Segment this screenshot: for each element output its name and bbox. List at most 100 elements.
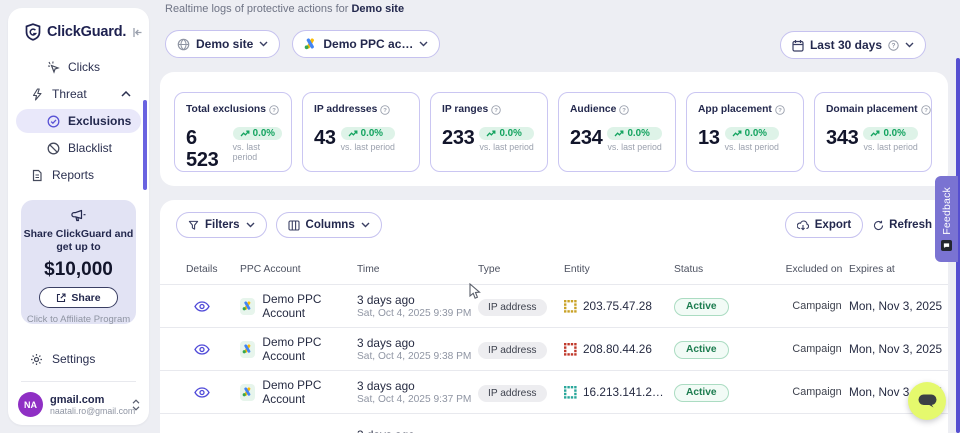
site-selector[interactable]: Demo site bbox=[165, 30, 280, 58]
feedback-tab[interactable]: Feedback bbox=[935, 176, 958, 262]
entity-value: 16.213.141.2… bbox=[583, 385, 664, 399]
expires-at-value: Mon, Nov 3, 2025 bbox=[849, 299, 948, 313]
table-row-partial[interactable]: 3 days ago bbox=[160, 413, 948, 433]
stat-value: 6 523 bbox=[186, 127, 228, 171]
sidebar-item-exclusions[interactable]: Exclusions bbox=[16, 109, 141, 133]
status-badge: Active bbox=[674, 384, 729, 402]
time-absolute: Sat, Oct 4, 2025 9:37 PM bbox=[357, 394, 478, 405]
time-absolute: Sat, Oct 4, 2025 9:39 PM bbox=[357, 308, 478, 319]
clickguard-logo-icon bbox=[24, 23, 42, 41]
chevron-down-icon bbox=[361, 222, 370, 228]
chat-bubble-icon bbox=[918, 394, 937, 408]
calendar-icon bbox=[792, 39, 804, 52]
affiliate-promo-card: Share ClickGuard and get up to $10,000 S… bbox=[21, 200, 136, 324]
svg-text:?: ? bbox=[924, 108, 928, 114]
details-eye-icon[interactable] bbox=[186, 387, 210, 398]
trend-up-icon bbox=[870, 130, 880, 138]
trend-up-icon bbox=[732, 130, 742, 138]
chevron-up-icon[interactable] bbox=[121, 91, 131, 97]
refresh-button[interactable]: Refresh bbox=[873, 219, 932, 231]
sidebar-item-blacklist[interactable]: Blacklist bbox=[16, 136, 141, 160]
user-menu[interactable]: NA gmail.com naatali.ro@gmail.com bbox=[18, 392, 140, 417]
help-circle-icon[interactable]: ? bbox=[921, 105, 931, 115]
table-row[interactable]: Demo PPC Account 3 days agoSat, Oct 4, 2… bbox=[160, 327, 948, 370]
excluded-on-value: Campaign bbox=[785, 300, 849, 312]
ppc-account-selector[interactable]: Demo PPC ac… bbox=[292, 30, 440, 58]
type-badge: IP address bbox=[478, 342, 547, 359]
svg-text:?: ? bbox=[494, 108, 498, 114]
external-link-icon bbox=[56, 293, 66, 303]
app-root: ClickGuard. Clicks Threat bbox=[0, 0, 960, 433]
refresh-icon bbox=[873, 220, 884, 231]
expires-at-value: Mon, Nov 3, 2025 bbox=[849, 342, 948, 356]
stat-compare-label: vs. last period bbox=[341, 142, 395, 152]
type-badge: IP address bbox=[478, 385, 547, 402]
table-row[interactable]: Demo PPC Account 3 days agoSat, Oct 4, 2… bbox=[160, 370, 948, 413]
stat-card-total-exclusions: Total exclusions ? 6 523 0.0% vs. last p… bbox=[174, 92, 292, 172]
sidebar-item-threat[interactable]: Threat bbox=[16, 82, 141, 106]
svg-text:?: ? bbox=[892, 42, 896, 49]
stat-card-app-placement: App placement ? 13 0.0% vs. last period bbox=[686, 92, 804, 172]
trend-badge: 0.0% bbox=[863, 127, 917, 140]
entity-favicon-icon bbox=[564, 343, 577, 356]
stat-compare-label: vs. last period bbox=[233, 142, 282, 162]
filter-funnel-icon bbox=[188, 220, 199, 231]
details-eye-icon[interactable] bbox=[186, 344, 210, 355]
chat-widget-button[interactable] bbox=[908, 382, 946, 420]
share-button[interactable]: Share bbox=[39, 287, 117, 308]
columns-button[interactable]: Columns bbox=[276, 212, 382, 238]
promo-caption: Click to Affiliate Program bbox=[21, 314, 136, 325]
exclusions-table-card: Filters Columns Export bbox=[160, 200, 948, 433]
entity-value: 208.80.44.26 bbox=[583, 342, 652, 356]
table-row[interactable]: Demo PPC Account 3 days agoSat, Oct 4, 2… bbox=[160, 284, 948, 327]
chevron-down-icon bbox=[246, 222, 255, 228]
sidebar-item-label: Threat bbox=[52, 87, 87, 101]
scope-selectors: Demo site Demo PPC ac… bbox=[165, 30, 440, 58]
google-ads-icon bbox=[304, 38, 317, 50]
filters-button[interactable]: Filters bbox=[176, 212, 267, 238]
trend-up-icon bbox=[348, 130, 358, 138]
trend-badge: 0.0% bbox=[725, 127, 779, 140]
help-circle-icon[interactable]: ? bbox=[491, 105, 501, 115]
excluded-on-value: Campaign bbox=[785, 343, 849, 355]
sidebar-collapse-icon[interactable] bbox=[131, 26, 144, 39]
excluded-on-value: Campaign bbox=[785, 386, 849, 398]
svg-text:?: ? bbox=[384, 108, 388, 114]
status-badge: Active bbox=[674, 298, 729, 316]
export-button[interactable]: Export bbox=[785, 212, 863, 238]
promo-text-line1: Share ClickGuard and bbox=[21, 228, 136, 241]
help-circle-icon[interactable]: ? bbox=[775, 105, 785, 115]
ppc-account-name: Demo PPC Account bbox=[262, 335, 357, 363]
col-header-time: Time bbox=[357, 264, 478, 275]
stat-value: 234 bbox=[570, 127, 602, 149]
google-ads-icon bbox=[240, 341, 255, 358]
brand-name: ClickGuard. bbox=[47, 24, 126, 40]
chevron-down-icon bbox=[419, 41, 428, 47]
logo-row: ClickGuard. bbox=[8, 8, 149, 51]
sidebar-item-reports[interactable]: Reports bbox=[16, 163, 141, 187]
sidebar-scrollbar[interactable] bbox=[143, 100, 147, 190]
columns-icon bbox=[288, 220, 300, 231]
help-circle-icon[interactable]: ? bbox=[269, 105, 279, 115]
trend-badge: 0.0% bbox=[607, 127, 661, 140]
col-header-status: Status bbox=[674, 264, 785, 275]
promo-text-line2: get up to bbox=[21, 241, 136, 254]
subtitle-site-name: Demo site bbox=[351, 3, 404, 15]
site-selector-value: Demo site bbox=[196, 37, 253, 51]
sidebar-item-clicks[interactable]: Clicks bbox=[16, 55, 141, 79]
user-email: naatali.ro@gmail.com bbox=[50, 406, 125, 416]
export-download-icon bbox=[797, 220, 809, 231]
svg-text:?: ? bbox=[623, 108, 627, 114]
help-circle-icon[interactable]: ? bbox=[619, 105, 629, 115]
details-eye-icon[interactable] bbox=[186, 301, 210, 312]
time-relative: 3 days ago bbox=[357, 336, 478, 350]
help-circle-icon[interactable]: ? bbox=[380, 105, 390, 115]
date-range-selector[interactable]: Last 30 days ? bbox=[780, 31, 926, 59]
sidebar-item-label: Blacklist bbox=[68, 141, 112, 155]
col-header-type: Type bbox=[478, 264, 564, 275]
stat-value: 343 bbox=[826, 127, 858, 149]
sidebar-item-label: Reports bbox=[52, 168, 94, 182]
ppc-account-name: Demo PPC Account bbox=[262, 292, 357, 320]
sidebar-item-settings[interactable]: Settings bbox=[16, 347, 141, 371]
trend-up-icon bbox=[240, 130, 250, 138]
